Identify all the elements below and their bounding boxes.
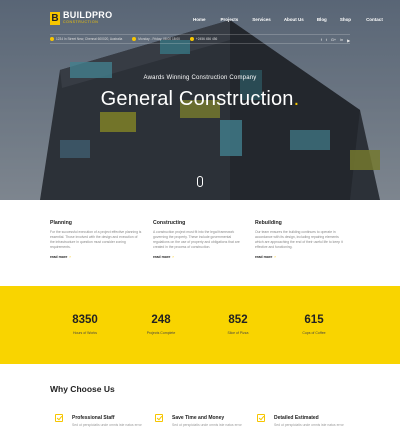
section-title: Why Choose Us (50, 384, 115, 394)
stat-label: Cups of Coffee (302, 331, 326, 335)
address-text: 1234 In Street New, Chennai 600020, Aust… (56, 37, 123, 41)
nav-shop[interactable]: Shop (340, 17, 351, 22)
stat-label: Slice of Pizza (227, 331, 249, 335)
read-more-link[interactable]: read more › (50, 254, 142, 259)
why-item-name: Professional Staff (72, 415, 115, 421)
main-nav: Home Projects Services About Us Blog Sho… (193, 17, 383, 22)
brand-tagline: CONSTRUCTION (63, 20, 99, 24)
phone-info: +2456 456 456 (189, 37, 218, 41)
stat-hours: 8350 Hours of Works (50, 314, 120, 335)
why-item-text: Sed ut perspiciatis unde omnis iste natu… (172, 423, 242, 427)
scroll-down-icon[interactable] (197, 176, 203, 187)
feature-text: Our team ensures the building continues … (255, 230, 343, 249)
hero-title-text: General Construction (100, 88, 294, 110)
stat-projects: 248 Projects Complete (126, 314, 196, 335)
brand-logo[interactable]: B BUILDPRO CONSTRUCTION (50, 11, 112, 25)
feature-title: Rebuilding (255, 220, 282, 226)
feature-rebuilding: Rebuilding Our team ensures the building… (255, 220, 347, 259)
read-more-link[interactable]: read more › (255, 254, 347, 259)
hero-section: B BUILDPRO CONSTRUCTION Home Projects Se… (0, 0, 400, 200)
read-more-label: read more (50, 254, 68, 259)
stat-label: Projects Complete (146, 331, 176, 335)
checkbox-icon (155, 414, 163, 422)
read-more-link[interactable]: read more › (153, 254, 245, 259)
hours-info: Monday - Friday: 08:00 18:00 (132, 37, 180, 41)
stat-value: 248 (151, 314, 171, 326)
clock-icon (132, 37, 137, 41)
logo-mark-icon: B (50, 11, 60, 25)
stat-coffee: 615 Cups of Coffee (279, 314, 349, 335)
hero-title: General Construction. (0, 88, 400, 111)
feature-title: Constructing (153, 220, 186, 226)
checkbox-icon (257, 414, 265, 422)
why-item-name: Detailed Estimated (274, 415, 319, 421)
checkbox-icon (55, 414, 63, 422)
arrow-right-icon: › (274, 254, 276, 259)
arrow-right-icon: › (69, 254, 71, 259)
phone-text: +2456 456 456 (195, 37, 218, 41)
hero-title-dot: . (293, 88, 300, 110)
why-item-text: Sed ut perspiciatis unde omnis iste natu… (274, 423, 344, 427)
stat-value: 615 (304, 314, 324, 326)
feature-title: Planning (50, 220, 72, 226)
stat-label: Hours of Works (72, 331, 98, 335)
phone-icon (189, 37, 194, 41)
why-item-name: Save Time and Money (172, 415, 225, 421)
why-choose-us-section: Why Choose Us Professional Staff Sed ut … (0, 364, 400, 430)
features-section: Planning For the successful execution of… (0, 200, 400, 286)
top-navbar: B BUILDPRO CONSTRUCTION Home Projects Se… (0, 0, 400, 34)
google-plus-icon[interactable]: G+ (331, 38, 336, 43)
nav-home[interactable]: Home (193, 17, 206, 22)
why-item-text: Sed ut perspiciatis unde omnis iste natu… (72, 423, 142, 427)
location-icon (50, 37, 54, 41)
feature-planning: Planning For the successful execution of… (50, 220, 142, 259)
facebook-icon[interactable]: f (321, 38, 322, 43)
nav-about-us[interactable]: About Us (284, 17, 304, 22)
youtube-icon[interactable]: ▶ (347, 38, 350, 43)
twitter-icon[interactable]: t (326, 38, 327, 43)
stat-value: 852 (228, 314, 248, 326)
hours-text: Monday - Friday: 08:00 18:00 (138, 37, 180, 41)
brand-name: BUILDPRO (63, 10, 113, 20)
nav-services[interactable]: Services (252, 17, 271, 22)
nav-blog[interactable]: Blog (317, 17, 327, 22)
logo-text: BUILDPRO CONSTRUCTION (63, 11, 112, 25)
stats-section: 8350 Hours of Works 248 Projects Complet… (0, 286, 400, 364)
feature-constructing: Constructing A construction project must… (153, 220, 245, 259)
hero-subtitle: Awards Winning Construction Company (143, 75, 257, 81)
address-info: 1234 In Street New, Chennai 600020, Aust… (50, 37, 122, 41)
read-more-label: read more (255, 254, 273, 259)
feature-text: A construction project must fit into the… (153, 230, 240, 249)
linkedin-icon[interactable]: in (340, 38, 343, 43)
social-links: f t G+ in ▶ (321, 38, 350, 43)
stat-pizza: 852 Slice of Pizza (203, 314, 273, 335)
info-bar: 1234 In Street New, Chennai 600020, Aust… (50, 34, 350, 44)
read-more-label: read more (153, 254, 171, 259)
feature-text: For the successful execution of a projec… (50, 230, 142, 249)
arrow-right-icon: › (172, 254, 174, 259)
stat-value: 8350 (72, 314, 98, 326)
nav-projects[interactable]: Projects (221, 17, 239, 22)
nav-contact[interactable]: Contact (366, 17, 383, 22)
